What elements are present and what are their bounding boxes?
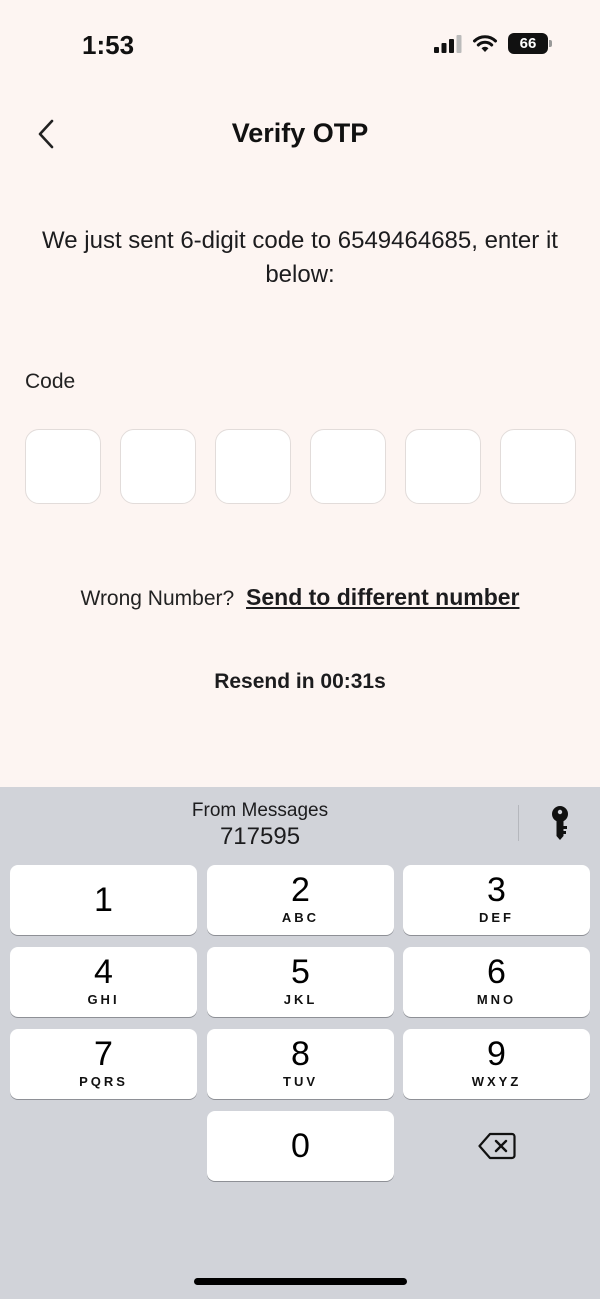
delete-key[interactable] <box>403 1111 590 1181</box>
backspace-icon <box>477 1132 516 1160</box>
key-digit: 0 <box>291 1127 310 1165</box>
key-digit: 6 <box>487 953 506 991</box>
nav-bar: Verify OTP <box>0 100 600 170</box>
key-7[interactable]: 7 PQRS <box>10 1029 197 1099</box>
autofill-suggestion-bar: From Messages 717595 <box>0 787 600 857</box>
key-4[interactable]: 4 GHI <box>10 947 197 1017</box>
key-2[interactable]: 2 ABC <box>207 865 394 935</box>
send-to-different-number-link[interactable]: Send to different number <box>246 584 519 610</box>
key-letters: PQRS <box>79 1074 128 1089</box>
code-digit-2[interactable] <box>120 429 196 504</box>
key-1[interactable]: 1 <box>10 865 197 935</box>
key-letters: MNO <box>476 992 517 1007</box>
key-digit: 3 <box>487 871 506 909</box>
key-digit: 4 <box>94 953 113 991</box>
code-digit-4[interactable] <box>310 429 386 504</box>
suggestion-source: From Messages <box>191 800 329 821</box>
key-letters: WXYZ <box>471 1074 522 1089</box>
passwords-button[interactable] <box>538 801 582 845</box>
key-6[interactable]: 6 MNO <box>403 947 590 1017</box>
status-bar: 1:53 66 <box>0 0 600 92</box>
code-input-group <box>25 429 576 504</box>
key-8[interactable]: 8 TUV <box>207 1029 394 1099</box>
key-letters: JKL <box>283 992 318 1007</box>
code-digit-6[interactable] <box>500 429 576 504</box>
key-digit: 1 <box>94 881 113 919</box>
key-letters: GHI <box>87 992 120 1007</box>
key-0[interactable]: 0 <box>207 1111 394 1181</box>
page-title: Verify OTP <box>231 118 369 148</box>
status-time: 1:53 <box>82 30 135 60</box>
status-icons: 66 <box>434 33 552 54</box>
numeric-keyboard: From Messages 717595 1 2 ABC 3 DEF 4 GHI… <box>0 787 600 1299</box>
key-letters: ABC <box>281 910 320 925</box>
resend-timer: Resend in 00:31s <box>214 670 386 693</box>
key-digit: 5 <box>291 953 310 991</box>
key-5[interactable]: 5 JKL <box>207 947 394 1017</box>
key-digit: 2 <box>291 871 310 909</box>
key-icon <box>552 806 568 840</box>
instruction-text: We just sent 6-digit code to 6549464685,… <box>42 227 558 288</box>
key-letters: DEF <box>479 910 514 925</box>
suggestion-divider <box>518 805 519 841</box>
key-digit: 8 <box>291 1035 310 1073</box>
code-label: Code <box>25 370 76 393</box>
wrong-number-row: Wrong Number? Send to different number <box>0 584 600 611</box>
code-digit-5[interactable] <box>405 429 481 504</box>
signal-icon <box>434 34 462 53</box>
key-3[interactable]: 3 DEF <box>403 865 590 935</box>
key-letters: TUV <box>283 1074 318 1089</box>
home-indicator <box>194 1278 407 1285</box>
code-digit-1[interactable] <box>25 429 101 504</box>
key-digit: 9 <box>487 1035 506 1073</box>
code-digit-3[interactable] <box>215 429 291 504</box>
battery-icon: 66 <box>508 33 552 54</box>
key-9[interactable]: 9 WXYZ <box>403 1029 590 1099</box>
wifi-icon <box>473 35 497 52</box>
suggestion-code: 717595 <box>219 823 301 850</box>
otp-autofill-suggestion[interactable]: From Messages 717595 <box>160 800 360 851</box>
wrong-number-prompt: Wrong Number? <box>80 587 235 610</box>
key-digit: 7 <box>94 1035 113 1073</box>
